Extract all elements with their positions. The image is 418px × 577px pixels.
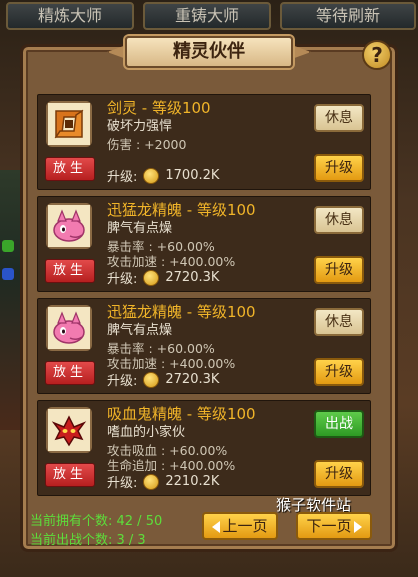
- vampire-spirit-icon: [46, 407, 92, 453]
- prev-page-button[interactable]: 上一页: [202, 512, 278, 540]
- coin-icon: [143, 371, 160, 388]
- help-button[interactable]: ?: [362, 40, 392, 70]
- spirit-card-raptor-2: 放生 迅猛龙精魄 - 等级100 脾气有点燥 暴击率 : +60.00% 攻击加…: [35, 296, 373, 396]
- prev-page-label: 上一页: [222, 517, 268, 535]
- upgrade-cost-label: 升级:: [107, 272, 138, 287]
- spirit-card-vampire: 放生 吸血鬼精魄 - 等级100 嗜血的小家伙 攻击吸血 : +60.00% 生…: [35, 398, 373, 498]
- release-button[interactable]: 放生: [45, 259, 95, 283]
- upgrade-cost-value: 2720.3K: [165, 372, 220, 387]
- tab-waiting-refresh[interactable]: 等待刷新: [280, 2, 416, 30]
- upgrade-cost-label: 升级:: [107, 170, 138, 185]
- upgrade-cost-value: 2720.3K: [165, 270, 220, 285]
- spirit-card-raptor-1: 放生 迅猛龙精魄 - 等级100 脾气有点燥 暴击率 : +60.00% 攻击加…: [35, 194, 373, 294]
- coin-icon: [143, 167, 160, 184]
- upgrade-button[interactable]: 升级: [314, 256, 364, 284]
- coin-icon: [143, 269, 160, 286]
- spirit-stat: 伤害 : +2000: [107, 137, 187, 152]
- release-button[interactable]: 放生: [45, 361, 95, 385]
- spirit-description: 脾气有点燥: [107, 221, 173, 236]
- upgrade-button[interactable]: 升级: [314, 358, 364, 386]
- next-page-label: 下一页: [306, 517, 352, 535]
- tab-refine-master[interactable]: 精炼大师: [6, 2, 134, 30]
- spirit-description: 脾气有点燥: [107, 323, 173, 338]
- rest-button[interactable]: 休息: [314, 206, 364, 234]
- sword-spirit-icon: [46, 101, 92, 147]
- hud-icon-blue: [2, 268, 14, 280]
- spirit-description: 破坏力强悍: [107, 119, 173, 134]
- release-button[interactable]: 放生: [45, 463, 95, 487]
- upgrade-cost-value: 2210.2K: [165, 474, 220, 489]
- owned-count: 当前拥有个数: 42 / 50: [30, 514, 163, 529]
- spirit-description: 嗜血的小家伙: [107, 425, 186, 440]
- arrow-right-icon: [353, 520, 362, 533]
- rest-button[interactable]: 休息: [314, 104, 364, 132]
- raptor-spirit-icon: [46, 305, 92, 351]
- battle-button[interactable]: 出战: [314, 410, 364, 438]
- next-page-button[interactable]: 下一页: [296, 512, 372, 540]
- upgrade-button[interactable]: 升级: [314, 460, 364, 488]
- release-button[interactable]: 放生: [45, 157, 95, 181]
- upgrade-button[interactable]: 升级: [314, 154, 364, 182]
- upgrade-cost: 升级: 1700.2K: [107, 166, 219, 185]
- raptor-spirit-icon: [46, 203, 92, 249]
- active-count: 当前出战个数: 3 / 3: [30, 533, 146, 548]
- coin-icon: [143, 473, 160, 490]
- hud-icon-green: [2, 240, 14, 252]
- panel-title: 精灵伙伴: [125, 36, 293, 68]
- upgrade-cost: 升级: 2720.3K: [107, 268, 219, 287]
- spirit-card-sword: 放生 剑灵 - 等级100 破坏力强悍 伤害 : +2000 升级: 1700.…: [35, 92, 373, 192]
- upgrade-cost: 升级: 2720.3K: [107, 370, 219, 389]
- tab-reforge-master[interactable]: 重铸大师: [143, 2, 271, 30]
- upgrade-cost-label: 升级:: [107, 374, 138, 389]
- upgrade-cost-value: 1700.2K: [165, 168, 220, 183]
- arrow-left-icon: [212, 520, 221, 533]
- upgrade-cost: 升级: 2210.2K: [107, 472, 219, 491]
- rest-button[interactable]: 休息: [314, 308, 364, 336]
- upgrade-cost-label: 升级:: [107, 476, 138, 491]
